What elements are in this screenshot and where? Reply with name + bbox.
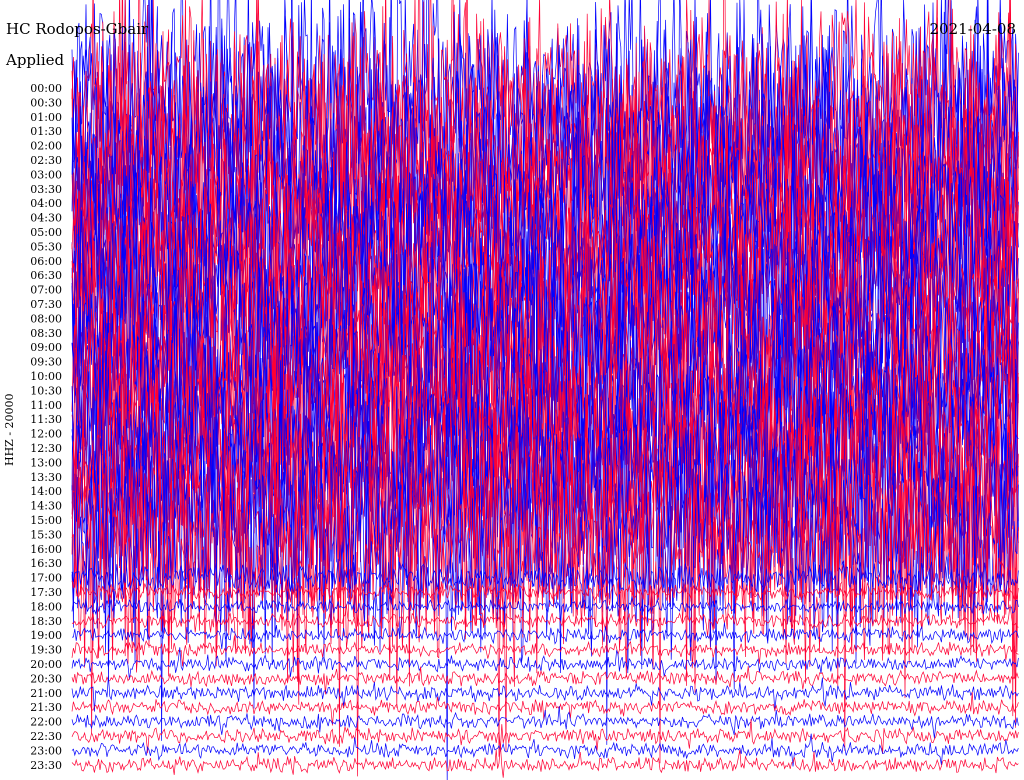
time-label: 08:30 <box>30 327 62 340</box>
trace-1930 <box>71 635 1019 667</box>
time-label: 06:30 <box>30 269 62 282</box>
time-label: 05:00 <box>30 226 62 239</box>
time-label: 02:00 <box>30 140 62 153</box>
trace-1900 <box>71 622 1019 650</box>
time-label: 11:30 <box>30 413 62 426</box>
time-label: 22:30 <box>30 730 62 743</box>
time-label: 18:00 <box>30 600 62 613</box>
time-label: 12:30 <box>30 442 62 455</box>
time-label: 19:30 <box>30 644 62 657</box>
channel-label: HHZ - 20000 <box>3 393 16 466</box>
time-label: 14:00 <box>30 485 62 498</box>
chart-title: HC Rodopos-Gbair <box>6 20 149 38</box>
time-label: 20:00 <box>30 658 62 671</box>
chart-subtitle: Applied <box>6 51 65 69</box>
time-label: 23:30 <box>30 759 62 772</box>
time-label: 04:00 <box>30 197 62 210</box>
time-label: 21:30 <box>30 701 62 714</box>
helicorder-plot: 00:0000:30 01:0001:30 02:0002:3003:00 03:30… <box>30 0 1019 780</box>
time-label: 20:30 <box>30 672 62 685</box>
time-label: 16:30 <box>30 557 62 570</box>
time-label: 19:00 <box>30 629 62 642</box>
time-label: 09:30 <box>30 356 62 369</box>
time-label: 04:30 <box>30 212 62 225</box>
time-label: 12:00 <box>30 428 62 441</box>
trace-2030 <box>71 666 1019 695</box>
time-label: 00:00 <box>30 82 62 95</box>
time-label: 16:00 <box>30 543 62 556</box>
time-label: 06:00 <box>30 255 62 268</box>
time-label: 17:30 <box>30 586 62 599</box>
time-label: 08:00 <box>30 312 62 325</box>
time-label: 11:00 <box>30 399 62 412</box>
time-label: 05:30 <box>30 240 62 253</box>
time-label: 15:00 <box>30 514 62 527</box>
time-label: 07:00 <box>30 284 62 297</box>
time-label: 17:00 <box>30 572 62 585</box>
time-label: 23:00 <box>30 744 62 757</box>
time-label: 10:30 <box>30 384 62 397</box>
trace-2230 <box>71 719 1019 754</box>
time-label: 03:00 <box>30 168 62 181</box>
time-label: 09:00 <box>30 341 62 354</box>
time-label: 22:00 <box>30 716 62 729</box>
chart-date: 2021-04-08 <box>929 20 1016 38</box>
time-label: 15:30 <box>30 528 62 541</box>
time-label: 21:00 <box>30 687 62 700</box>
time-label: 07:30 <box>30 298 62 311</box>
time-label: 03:30 <box>30 183 62 196</box>
time-label: 01:30 <box>30 125 62 138</box>
time-label: 13:00 <box>30 456 62 469</box>
time-label: 00:30 <box>30 96 62 109</box>
time-label: 14:30 <box>30 500 62 513</box>
trace-2300 <box>71 733 1019 767</box>
time-label: 13:30 <box>30 471 62 484</box>
time-label: 01:00 <box>30 111 62 124</box>
time-label: 18:30 <box>30 615 62 628</box>
time-label: 10:00 <box>30 370 62 383</box>
time-label: 02:30 <box>30 154 62 167</box>
trace-2330 <box>71 744 1019 778</box>
